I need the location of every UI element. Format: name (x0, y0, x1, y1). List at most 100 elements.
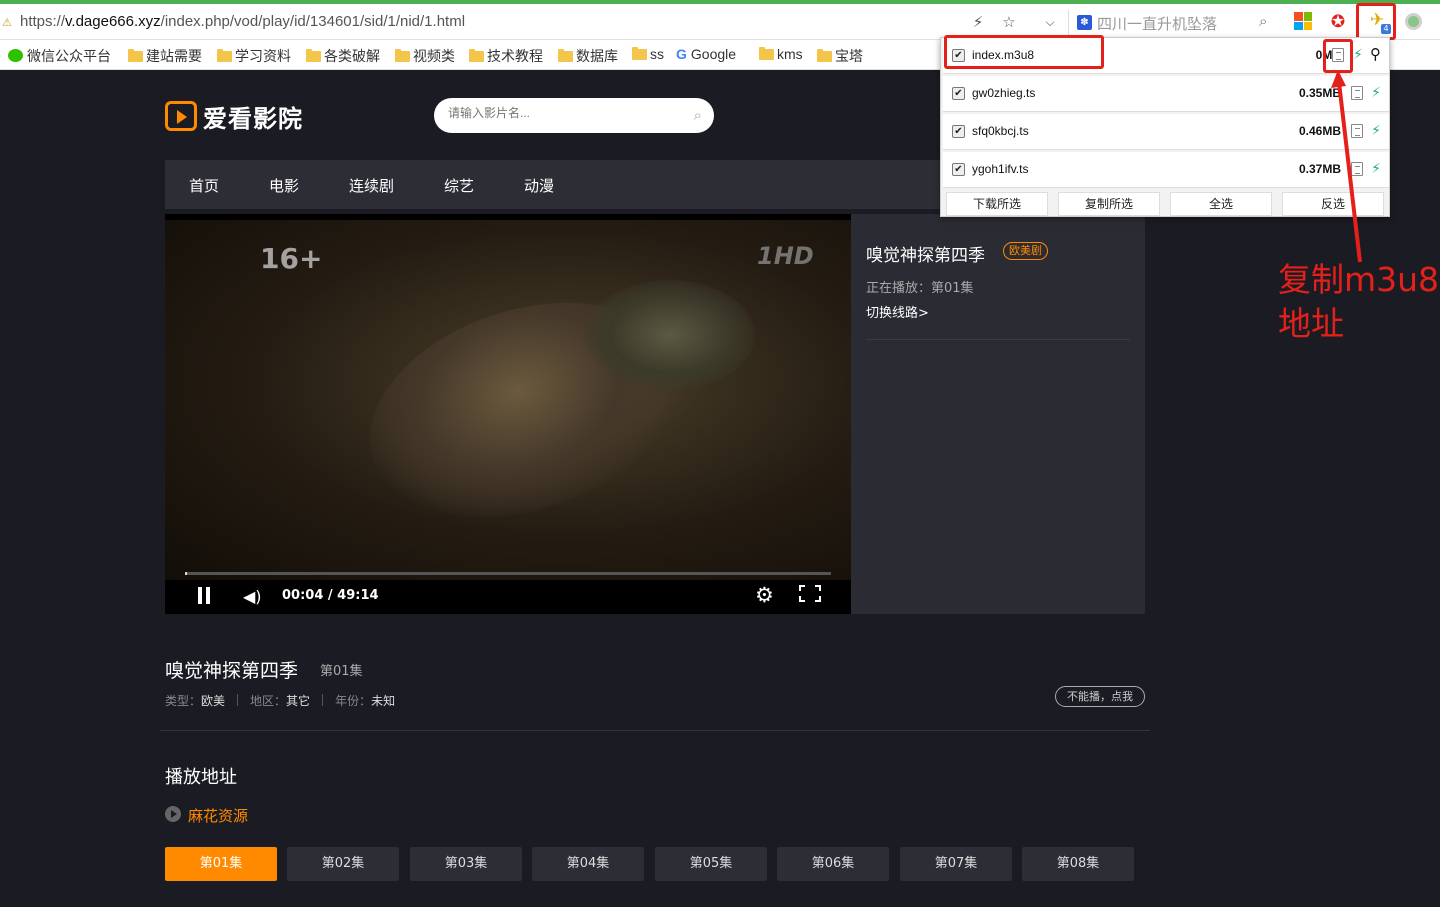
search-icon[interactable]: ⌕ (694, 106, 702, 124)
address-bar: ⚠ https://v.dage666.xyz/index.php/vod/pl… (0, 4, 1440, 40)
gamepad-icon[interactable]: ✪ (1328, 12, 1348, 32)
google-g-icon: G (676, 46, 687, 62)
select-all-button[interactable]: 全选 (1170, 192, 1272, 216)
annotation-line-2: 地址 (1278, 304, 1344, 343)
bookmark-folder[interactable]: ss (632, 46, 664, 62)
site-search-box[interactable]: ⌕ (434, 98, 714, 133)
site-name: 爱看影院 (203, 104, 303, 133)
folder-icon (128, 49, 143, 62)
divider (160, 730, 1150, 731)
bookmark-folder[interactable]: 宝塔 (817, 46, 863, 66)
side-video-title: 嗅觉神探第四季 (866, 246, 985, 266)
episode-button[interactable]: 第05集 (655, 847, 767, 881)
download-selected-button[interactable]: 下载所选 (946, 192, 1048, 216)
progress-bar[interactable] (185, 572, 831, 575)
video-frame: 16+ 1HD (165, 220, 851, 580)
nav-home[interactable]: 首页 (189, 175, 219, 196)
url-field[interactable]: https://v.dage666.xyz/index.php/vod/play… (20, 13, 465, 30)
nav-variety[interactable]: 综艺 (444, 175, 474, 196)
category-badge[interactable]: 欧美剧 (1003, 242, 1048, 260)
folder-icon (306, 49, 321, 62)
browser-search-box[interactable]: ✽ 四川一直升机坠落 ⌕ (1068, 10, 1282, 36)
channel-logo-overlay: 1HD (757, 242, 814, 270)
episode-button[interactable]: 第07集 (900, 847, 1012, 881)
episode-button[interactable]: 第03集 (410, 847, 522, 881)
progress-fill (185, 572, 187, 575)
apps-grid-icon[interactable] (1294, 12, 1312, 30)
folder-icon (217, 49, 232, 62)
episode-button[interactable]: 第01集 (165, 847, 277, 881)
episode-button[interactable]: 第08集 (1022, 847, 1134, 881)
nav-movies[interactable]: 电影 (269, 175, 299, 196)
episode-label: 第01集 (320, 664, 363, 679)
browser-search-placeholder: 四川一直升机坠落 (1097, 15, 1218, 33)
now-playing-text: 正在播放：第01集 (866, 281, 974, 296)
folder-icon (558, 49, 573, 62)
episode-button[interactable]: 第04集 (532, 847, 644, 881)
fullscreen-icon[interactable] (799, 585, 821, 602)
video-title: 嗅觉神探第四季 (165, 660, 299, 682)
divider (866, 339, 1130, 340)
episode-button[interactable]: 第06集 (777, 847, 889, 881)
bookmark-star-icon[interactable]: ☆ (999, 12, 1019, 32)
item-checkbox[interactable]: ✔ (952, 125, 965, 138)
bookmark-folder[interactable]: 建站需要 (128, 46, 202, 66)
site-logo[interactable]: 爱看影院 (165, 100, 303, 133)
bookmark-google[interactable]: G Google (676, 46, 736, 62)
volume-icon[interactable]: ◀) (243, 587, 262, 606)
warning-lock-icon[interactable]: ⚠ (2, 16, 14, 29)
baidu-paw-icon: ✽ (1077, 15, 1092, 30)
video-player[interactable]: 16+ 1HD ◀) 00:04 / 49:14 ⚙ (165, 214, 851, 614)
settings-gear-icon[interactable]: ⚙ (755, 583, 774, 607)
wechat-icon (8, 49, 23, 62)
copy-selected-button[interactable]: 复制所选 (1058, 192, 1160, 216)
chevron-down-icon[interactable]: ⌵ (1040, 12, 1060, 32)
type-value[interactable]: 欧美 (201, 694, 225, 708)
playlist-heading: 播放地址 (165, 767, 237, 788)
item-filename: ygoh1ifv.ts (972, 162, 1029, 176)
bookmark-folder[interactable]: 视频类 (395, 46, 455, 66)
bookmark-folder[interactable]: 数据库 (558, 46, 618, 66)
url-path: /index.php/vod/play/id/134601/sid/1/nid/… (160, 13, 466, 30)
year-value: 未知 (371, 694, 396, 708)
item-checkbox[interactable]: ✔ (952, 87, 965, 100)
switch-line-link[interactable]: 切换线路> (866, 302, 929, 321)
search-icon[interactable]: ⚲ (1370, 45, 1381, 63)
lightning-icon[interactable]: ⚡ (968, 12, 988, 32)
bookmark-folder[interactable]: 学习资料 (217, 46, 291, 66)
source-name[interactable]: 麻花资源 (188, 805, 248, 826)
folder-icon (469, 49, 484, 62)
bookmark-folder[interactable]: 技术教程 (469, 46, 543, 66)
extension-highlight-box (1356, 3, 1396, 40)
bookmark-folder[interactable]: 各类破解 (306, 46, 380, 66)
profile-status-icon[interactable] (1405, 13, 1422, 30)
url-host: v.dage666.xyz (65, 13, 161, 30)
site-search-input[interactable] (448, 106, 668, 120)
bookmark-wechat[interactable]: 微信公众平台 (8, 46, 111, 66)
episode-button[interactable]: 第02集 (287, 847, 399, 881)
video-meta: 类型：欧美 地区：其它 年份：未知 (165, 694, 396, 708)
folder-icon (395, 49, 410, 62)
folder-icon (817, 49, 832, 62)
annotation-arrow (1331, 70, 1362, 263)
url-prefix: https:// (20, 13, 66, 30)
play-circle-icon (165, 806, 181, 822)
play-logo-icon (165, 101, 197, 131)
folder-icon (632, 47, 647, 60)
report-button[interactable]: 不能播，点我 (1055, 686, 1145, 707)
bookmark-folder[interactable]: kms (759, 46, 803, 62)
item-filename: gw0zhieg.ts (972, 86, 1036, 100)
annotation-text: 复制m3u8 地址 (1278, 258, 1439, 346)
item-filename: sfq0kbcj.ts (972, 124, 1029, 138)
age-rating-overlay: 16+ (260, 242, 323, 275)
pause-icon[interactable] (197, 587, 211, 604)
folder-icon (759, 47, 774, 60)
highlight-box-filename (944, 35, 1104, 69)
region-value[interactable]: 其它 (286, 694, 310, 708)
nav-series[interactable]: 连续剧 (349, 175, 394, 196)
item-checkbox[interactable]: ✔ (952, 163, 965, 176)
annotation-line-1: 复制m3u8 (1278, 260, 1440, 299)
search-icon[interactable]: ⌕ (1259, 12, 1267, 30)
download-bolt-icon[interactable]: ⚡ (1353, 47, 1363, 63)
nav-anime[interactable]: 动漫 (524, 175, 554, 196)
